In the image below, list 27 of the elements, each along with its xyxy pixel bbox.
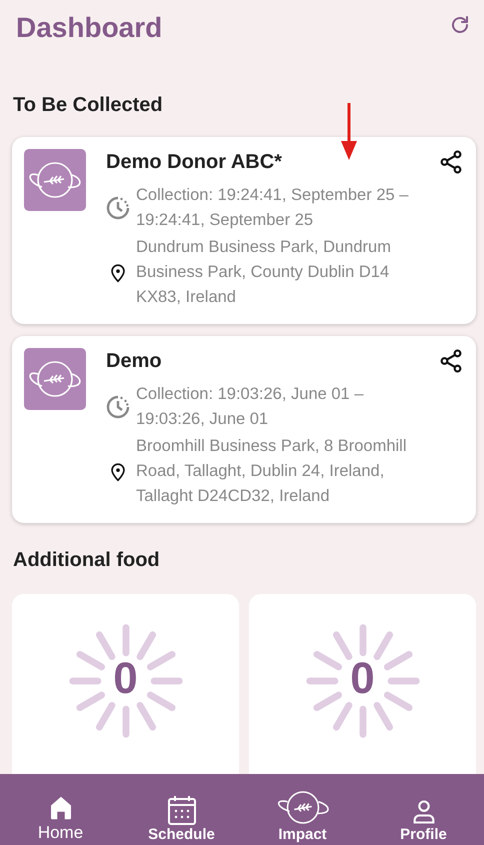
collection-time: Collection: 19:03:26, June 01 – 19:03:26, June 01 — [136, 384, 364, 430]
down-arrow-icon — [339, 103, 359, 161]
clock-icon — [106, 394, 130, 420]
share-icon[interactable] — [438, 149, 464, 175]
count-value: 0 — [349, 654, 376, 704]
donor-name: Demo Donor ABC* — [106, 150, 282, 174]
address-text: Broomhill Business Park, 8 Broomhill Road, Tallaght, Dublin 24, Ireland, Tallaght D24CD32, Ireland — [136, 436, 408, 507]
nav-tab[interactable]: Profile — [363, 774, 484, 845]
nav-tab[interactable]: Schedule — [121, 774, 242, 845]
food-count-card[interactable]: 0 — [12, 594, 239, 774]
collection-card[interactable]: Demo Collection: 19:03:26, June 01 – 19:03:26, June 01 Broomhill Business Park, 8 Broomhill Road, Tallaght, Dublin 24, Ireland, Tallaght D24CD32, Ireland — [12, 336, 476, 523]
collection-card[interactable]: Demo Donor ABC* Collection: 19:24:41, September 25 – 19:24:41, September 25 Dundrum Business Park, Dundrum Business Park, County Dublin D14 KX83, Ireland — [12, 137, 476, 324]
page-title: Dashboard — [16, 12, 162, 44]
food-count-card[interactable]: 0 — [249, 594, 476, 774]
clock-icon — [106, 195, 130, 221]
count-value: 0 — [112, 654, 139, 704]
section-heading: To Be Collected — [13, 94, 164, 117]
calendar-icon — [166, 794, 196, 826]
nav-tab[interactable]: Home — [0, 774, 121, 845]
collection-time: Collection: 19:24:41, September 25 – 19:24:41, September 25 — [136, 185, 410, 231]
address-text: Dundrum Business Park, Dundrum Business Park, County Dublin D14 KX83, Ireland — [136, 237, 392, 308]
section-heading: Additional food — [13, 549, 161, 572]
planet-logo-icon — [24, 149, 86, 211]
planet-logo-icon — [24, 348, 86, 410]
share-icon[interactable] — [438, 348, 464, 374]
donor-name: Demo — [106, 350, 162, 372]
nav-tab[interactable]: Impact — [242, 774, 363, 845]
